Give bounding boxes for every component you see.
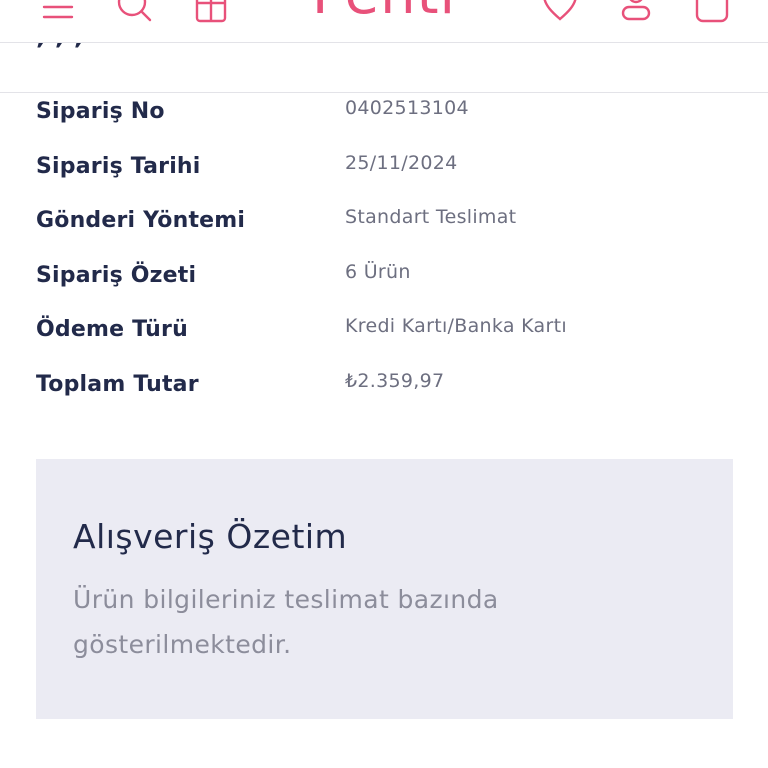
detail-value: ₺2.359,97: [345, 369, 445, 392]
heart-icon[interactable]: [540, 0, 580, 28]
detail-row-order-summary: Sipariş Özeti 6 Ürün: [36, 257, 732, 312]
detail-row-order-no: Sipariş No 0402513104: [36, 93, 732, 148]
detail-row-payment-type: Ödeme Türü Kredi Kartı/Banka Kartı: [36, 311, 732, 366]
detail-label: Sipariş Özeti: [36, 262, 197, 288]
detail-value: 25/11/2024: [345, 151, 458, 174]
detail-value: Standart Teslimat: [345, 206, 517, 228]
detail-value: 0402513104: [345, 97, 469, 119]
summary-text: Ürün bilgileriniz teslimat bazında göste…: [73, 585, 499, 659]
detail-label: Toplam Tutar: [36, 371, 199, 397]
user-icon[interactable]: [616, 0, 656, 28]
shopping-summary-box: Alışveriş Özetim Ürün bilgileriniz tesli…: [36, 459, 733, 719]
summary-title: Alışveriş Özetim: [73, 517, 348, 556]
detail-value: Kredi Kartı/Banka Kartı: [345, 315, 567, 337]
detail-label: Sipariş No: [36, 99, 165, 124]
detail-label: Ödeme Türü: [36, 317, 188, 342]
detail-row-order-date: Sipariş Tarihi 25/11/2024: [36, 148, 732, 203]
detail-value: 6 Ürün: [345, 260, 411, 283]
top-header: Penti: [0, 0, 768, 43]
order-detail-page: Penti , , , Sipariş No 0402513104: [0, 0, 768, 768]
cart-icon[interactable]: [692, 0, 732, 28]
sub-header: , , ,: [0, 21, 768, 93]
detail-row-shipping-method: Gönderi Yöntemi Standart Teslimat: [36, 202, 732, 257]
detail-label: Sipariş Tarihi: [36, 153, 201, 179]
detail-row-total-amount: Toplam Tutar ₺2.359,97: [36, 366, 732, 421]
detail-label: Gönderi Yöntemi: [36, 208, 246, 233]
order-details: Sipariş No 0402513104 Sipariş Tarihi 25/…: [36, 93, 732, 420]
